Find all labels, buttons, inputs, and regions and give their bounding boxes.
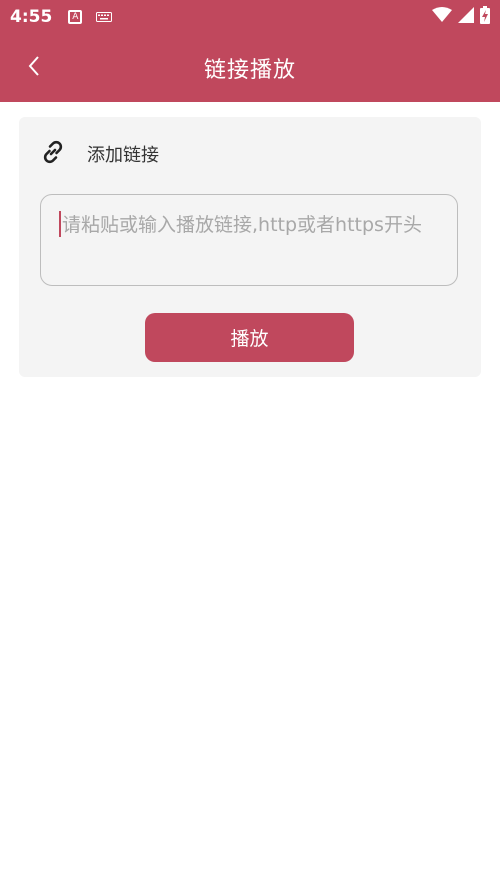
status-bar: 4:55 A — [0, 0, 500, 34]
card-title: 添加链接 — [87, 145, 159, 166]
card-header: 添加链接 — [39, 139, 159, 169]
back-button[interactable] — [14, 48, 54, 88]
text-cursor — [59, 210, 61, 237]
url-input[interactable]: 请粘贴或输入播放链接,http或者https开头 — [40, 194, 458, 286]
add-link-card: 添加链接 请粘贴或输入播放链接,http或者https开头 播放 — [19, 117, 481, 377]
notification-a-icon: A — [68, 10, 83, 24]
url-input-placeholder: 请粘贴或输入播放链接,http或者https开头 — [62, 214, 422, 236]
chevron-left-icon — [27, 55, 41, 81]
battery-charging-icon — [480, 6, 490, 28]
signal-icon — [458, 7, 474, 27]
page-title: 链接播放 — [203, 58, 296, 83]
wifi-icon — [432, 7, 452, 27]
link-icon — [39, 138, 67, 170]
app-bar: 链接播放 — [0, 34, 500, 102]
play-button[interactable]: 播放 — [145, 313, 354, 362]
keyboard-icon — [96, 12, 113, 22]
status-time: 4:55 — [10, 7, 53, 27]
